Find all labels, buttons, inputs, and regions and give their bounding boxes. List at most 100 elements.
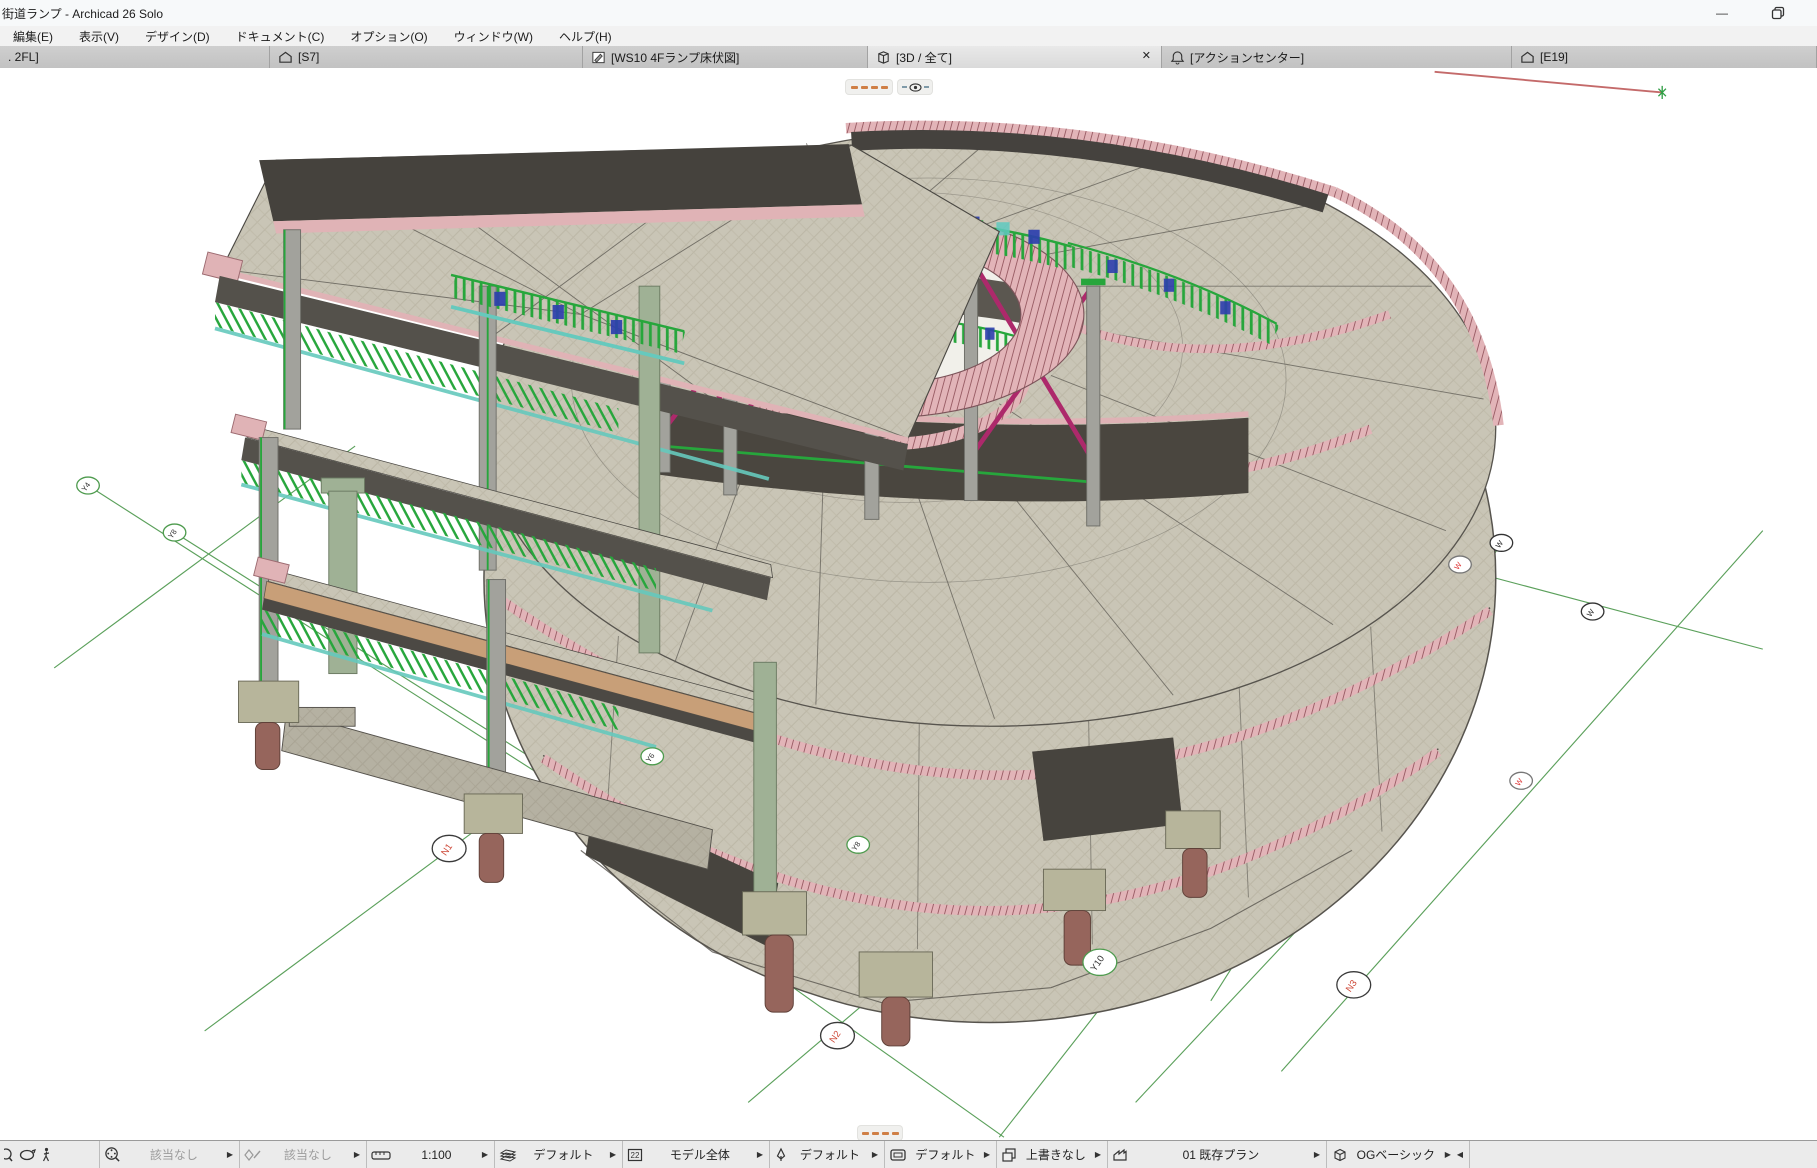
menu-item-1[interactable]: 編集(E): [0, 26, 66, 46]
menu-item-3[interactable]: デザイン(D): [132, 26, 223, 46]
menu-item-7[interactable]: ヘルプ(H): [546, 26, 625, 46]
copy-icon: [1001, 1147, 1017, 1163]
status-segment-3[interactable]: 該当なし ▶: [240, 1141, 367, 1168]
window-title: 街道ランプ - Archicad 26 Solo: [2, 5, 163, 22]
collapse-arrow-icon[interactable]: ◀: [1457, 1150, 1465, 1159]
zoom-dots-icon: [104, 1146, 121, 1163]
popup-arrow-icon[interactable]: ▶: [757, 1150, 765, 1159]
tab-1[interactable]: . 2FL]: [0, 46, 270, 68]
bell-icon: [1170, 50, 1185, 65]
grid-bubble: Y8: [163, 524, 186, 541]
close-tab-icon[interactable]: ✕: [1142, 49, 1151, 62]
grid-bubble: W: [1581, 603, 1604, 620]
fill-pattern-icon: 22: [627, 1148, 643, 1162]
tab-label: . 2FL]: [8, 50, 39, 64]
tab-label: [E19]: [1540, 50, 1568, 64]
grid-bubble: W: [1490, 534, 1513, 551]
grid-bubble: N3: [1337, 972, 1371, 998]
popup-arrow-icon[interactable]: ▶: [610, 1150, 618, 1159]
reference-line: [1435, 72, 1666, 99]
status-value: デフォルト: [521, 1146, 606, 1163]
restore-icon: [1771, 6, 1785, 20]
bottom-options-dashes[interactable]: [858, 1126, 902, 1140]
worksheet-icon: [591, 50, 606, 65]
grid-bubble: Y8: [847, 836, 870, 853]
tab-options-dashes[interactable]: [846, 80, 892, 94]
tab-3[interactable]: [WS10 4Fランプ床伏図]: [583, 46, 868, 68]
3d-viewport[interactable]: Y4 Y8 N1 Y6 Y8 N2 Y10 N3 W W W W: [0, 68, 1817, 1140]
grid-bubble: Y4: [77, 477, 100, 494]
menu-item-5[interactable]: オプション(O): [337, 26, 440, 46]
walk-icon: [40, 1147, 52, 1163]
pen-icon: [774, 1147, 788, 1163]
grid-bubble: N2: [821, 1022, 855, 1048]
status-value: モデル全体: [647, 1146, 753, 1163]
popup-arrow-icon[interactable]: ▶: [354, 1150, 362, 1159]
spiral-ramp-model: Y4 Y8 N1 Y6 Y8 N2 Y10 N3 W W W W: [0, 68, 1817, 1140]
status-segment-6[interactable]: 22 モデル全体 ▶: [623, 1141, 770, 1168]
status-value: 01 既存プラン: [1132, 1146, 1310, 1163]
tab-label: [3D / 全て]: [896, 49, 952, 66]
layers-icon: [499, 1148, 517, 1162]
status-segment-5[interactable]: デフォルト ▶: [495, 1141, 623, 1168]
status-segment-8[interactable]: デフォルト ▶: [885, 1141, 997, 1168]
tab-label: [S7]: [298, 50, 319, 64]
title-bar: 街道ランプ - Archicad 26 Solo —: [0, 0, 1817, 26]
status-bar-empty: [1470, 1141, 1817, 1168]
status-segment-7[interactable]: デフォルト ▶: [770, 1141, 885, 1168]
popup-arrow-icon[interactable]: ▶: [482, 1150, 490, 1159]
menu-item-6[interactable]: ウィンドウ(W): [441, 26, 546, 46]
archicad-window: 街道ランプ - Archicad 26 Solo — 編集(E)表示(V)デザイ…: [0, 0, 1817, 1168]
status-segment-10[interactable]: 01 既存プラン ▶: [1108, 1141, 1327, 1168]
grid-bubble: Y10: [1083, 949, 1117, 975]
cube3d-icon: [876, 50, 891, 65]
visibility-toggle[interactable]: [898, 80, 932, 94]
pencil-diamond-icon: [244, 1148, 262, 1162]
svg-text:22: 22: [631, 1151, 640, 1160]
status-bar: 該当なし▶該当なし▶1:100▶デフォルト▶22モデル全体▶デフォルト▶デフォル…: [0, 1140, 1817, 1168]
grid-bubble: W: [1510, 772, 1533, 789]
ruler-icon: [371, 1149, 391, 1161]
status-value: OGベーシック: [1351, 1146, 1441, 1163]
popup-arrow-icon[interactable]: ▶: [1314, 1150, 1322, 1159]
status-value: デフォルト: [792, 1146, 868, 1163]
popup-arrow-icon[interactable]: ▶: [872, 1150, 880, 1159]
grid-bubble: W: [1449, 556, 1472, 573]
status-segment-11[interactable]: OGベーシック ▶ ◀: [1327, 1141, 1470, 1168]
floor-icon: [1520, 50, 1535, 65]
status-segment-4[interactable]: 1:100 ▶: [367, 1141, 495, 1168]
frame-icon: [889, 1148, 907, 1162]
tab-2[interactable]: [S7]: [270, 46, 583, 68]
popup-arrow-icon[interactable]: ▶: [227, 1150, 235, 1159]
tab-label: [アクションセンター]: [1190, 49, 1304, 66]
status-value: デフォルト: [911, 1146, 980, 1163]
select-part-icon: [4, 1147, 14, 1163]
popup-arrow-icon[interactable]: ▶: [1095, 1150, 1103, 1159]
popup-arrow-icon[interactable]: ▶: [984, 1150, 992, 1159]
eye-icon: [909, 83, 922, 92]
menu-bar: 編集(E)表示(V)デザイン(D)ドキュメント(C)オプション(O)ウィンドウ(…: [0, 26, 1817, 46]
minimize-button[interactable]: —: [1711, 3, 1733, 23]
status-value: 上書きなし: [1021, 1146, 1091, 1163]
status-value: 該当なし: [266, 1146, 350, 1163]
story-icon: [1112, 1147, 1128, 1163]
popup-arrow-icon[interactable]: ▶: [1445, 1150, 1453, 1159]
status-segment-1[interactable]: [0, 1141, 100, 1168]
status-segment-9[interactable]: 上書きなし ▶: [997, 1141, 1108, 1168]
restore-button[interactable]: [1767, 3, 1789, 23]
status-value: 該当なし: [125, 1146, 223, 1163]
status-value: 1:100: [395, 1148, 478, 1162]
grid-bubble: Y6: [641, 748, 664, 765]
grid-bubble: N1: [432, 835, 466, 861]
status-segment-2[interactable]: 該当なし ▶: [100, 1141, 240, 1168]
floor-icon: [278, 50, 293, 65]
orbit-icon: [18, 1148, 36, 1162]
menu-item-2[interactable]: 表示(V): [66, 26, 132, 46]
tab-4[interactable]: [3D / 全て] ✕: [868, 46, 1162, 68]
tab-bar: . 2FL] [S7] [WS10 4Fランプ床伏図] [3D / 全て] ✕ [アクショ…: [0, 46, 1817, 69]
tab-6[interactable]: [E19]: [1512, 46, 1817, 68]
cube-icon: [1331, 1147, 1347, 1163]
tab-label: [WS10 4Fランプ床伏図]: [611, 49, 739, 66]
menu-item-4[interactable]: ドキュメント(C): [223, 26, 338, 46]
tab-5[interactable]: [アクションセンター]: [1162, 46, 1512, 68]
